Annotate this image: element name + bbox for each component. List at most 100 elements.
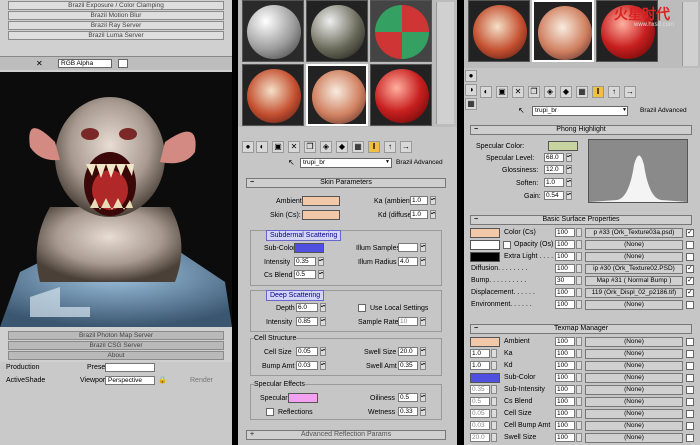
texmap-row-value[interactable]: 0.35 (470, 385, 490, 394)
pick-material-icon-r[interactable]: ↖ (518, 106, 525, 115)
illum-radius-input[interactable]: 4.0 (398, 257, 418, 266)
swell-size-spinner[interactable]: ▴▾ (420, 347, 426, 356)
soften-spinner[interactable]: ▴▾ (566, 178, 572, 187)
preset-select[interactable] (105, 363, 155, 372)
soften-input[interactable]: 1.0 (544, 178, 564, 187)
texmap-row-checkbox[interactable] (686, 434, 694, 442)
texmap-row-amount[interactable]: 100 (555, 397, 575, 406)
go-sibling-icon[interactable]: → (400, 141, 412, 153)
subcolor-swatch[interactable] (294, 243, 324, 253)
sample-slot-2[interactable] (306, 0, 368, 62)
basic-row-map-button[interactable]: ip #30 (Ork_Texture02.PSD) (585, 264, 683, 274)
basic-row-map-checkbox[interactable]: ✓ (686, 265, 694, 273)
depth-spinner[interactable]: ▴▾ (320, 303, 326, 312)
spec-level-spinner[interactable]: ▴▾ (566, 153, 572, 162)
basic-row-spinner[interactable] (576, 264, 582, 273)
sample-slot-r1[interactable] (468, 0, 530, 62)
basic-row-amount[interactable]: 100 (555, 252, 575, 261)
texmap-row-checkbox[interactable] (686, 350, 694, 358)
texmap-row-value-spinner[interactable] (491, 397, 497, 406)
sample-slot-3[interactable] (370, 0, 432, 62)
spec-level-input[interactable]: 68.0 (544, 153, 564, 162)
material-name-dropdown-icon-r[interactable]: ▼ (622, 107, 627, 113)
texmap-row-checkbox[interactable] (686, 362, 694, 370)
basic-row-map-checkbox[interactable]: ✓ (686, 277, 694, 285)
texmap-row-amount[interactable]: 100 (555, 349, 575, 358)
delete-icon[interactable]: ✕ (288, 141, 300, 153)
ka-input[interactable]: 1.0 (410, 196, 428, 205)
viewport-select[interactable]: Perspective (105, 376, 155, 385)
sample-rate-input[interactable]: 10 (398, 317, 418, 326)
channel-swatch[interactable] (118, 59, 128, 68)
swell-amt-spinner[interactable]: ▴▾ (420, 361, 426, 370)
go-parent-icon-r[interactable]: ↑ (608, 86, 620, 98)
illum-samples-spinner[interactable]: ▴▾ (420, 243, 426, 252)
texmap-row-spinner[interactable] (576, 373, 582, 382)
sample-type-icon[interactable]: ● (465, 70, 477, 82)
texmap-row-checkbox[interactable] (686, 410, 694, 418)
material-type-button[interactable]: Brazil Advanced (396, 158, 443, 168)
texmap-row-spinner[interactable] (576, 349, 582, 358)
glossiness-spinner[interactable]: ▴▾ (566, 165, 572, 174)
material-name-input[interactable]: trupi_br (300, 158, 392, 168)
unique-icon-r[interactable]: ◈ (544, 86, 556, 98)
phong-header[interactable]: − Phong Highlight (470, 125, 692, 135)
texmap-row-spinner[interactable] (576, 421, 582, 430)
basic-row-swatch[interactable] (470, 252, 500, 262)
basic-row-map-checkbox[interactable]: ✓ (686, 289, 694, 297)
texmap-row-value[interactable]: 1.0 (470, 349, 490, 358)
assign-material-icon[interactable]: ▣ (272, 141, 284, 153)
production-radio[interactable]: Production (6, 364, 39, 371)
texmap-row-map-button[interactable]: (None) (585, 409, 683, 419)
sample-slot-r2-active[interactable] (532, 0, 594, 62)
material-id-icon-r[interactable]: ◆ (560, 86, 572, 98)
gain-spinner[interactable]: ▴▾ (566, 191, 572, 200)
brazil-photon-map-bar[interactable]: Brazil Photon Map Server (8, 331, 224, 340)
get-material-icon[interactable]: ● (242, 141, 254, 153)
intensity-input[interactable]: 0.35 (294, 257, 316, 266)
ka-spinner[interactable]: ▴▾ (430, 196, 436, 205)
basic-row-spinner[interactable] (576, 252, 582, 261)
material-name-input-r[interactable]: trupi_br (532, 106, 628, 116)
texmap-row-spinner[interactable] (576, 433, 582, 442)
put-to-scene-icon[interactable]: ◐ (256, 141, 268, 153)
go-parent-icon[interactable]: ↑ (384, 141, 396, 153)
bump-amt-spinner[interactable]: ▴▾ (320, 361, 326, 370)
sample-rate-spinner[interactable]: ▴▾ (420, 317, 426, 326)
texmap-row-checkbox[interactable] (686, 374, 694, 382)
show-end-result-icon[interactable]: ‖ (368, 141, 380, 153)
glossiness-input[interactable]: 12.0 (544, 165, 564, 174)
cell-size-input[interactable]: 0.05 (296, 347, 318, 356)
texmap-row-amount[interactable]: 100 (555, 373, 575, 382)
texmap-row-value-spinner[interactable] (491, 433, 497, 442)
basic-row-spinner[interactable] (576, 288, 582, 297)
texmap-row-amount[interactable]: 100 (555, 409, 575, 418)
ambient-swatch[interactable] (302, 196, 340, 206)
texmap-row-amount[interactable]: 100 (555, 337, 575, 346)
show-map-icon-r[interactable]: ▦ (576, 86, 588, 98)
sample-slot-4[interactable] (242, 64, 304, 126)
show-end-result-icon-r[interactable]: ‖ (592, 86, 604, 98)
texmap-row-checkbox[interactable] (686, 338, 694, 346)
deep-intensity-spinner[interactable]: ▴▾ (320, 317, 326, 326)
material-type-button-r[interactable]: Brazil Advanced (640, 106, 687, 116)
texmap-row-value[interactable]: 20.0 (470, 433, 490, 442)
texmap-row-checkbox[interactable] (686, 386, 694, 394)
texmap-row-checkbox[interactable] (686, 422, 694, 430)
texmap-row-value-spinner[interactable] (491, 349, 497, 358)
spec-color-swatch[interactable] (548, 141, 578, 151)
texmap-row-amount[interactable]: 100 (555, 421, 575, 430)
basic-row-map-checkbox[interactable] (686, 241, 694, 249)
get-material-icon-r[interactable]: ◐ (480, 86, 492, 98)
illum-radius-spinner[interactable]: ▴▾ (420, 257, 426, 266)
brazil-csg-server-bar[interactable]: Brazil CSG Server (8, 341, 224, 350)
show-map-icon[interactable]: ▦ (352, 141, 364, 153)
texmap-row-map-button[interactable]: (None) (585, 397, 683, 407)
basic-row-map-checkbox[interactable] (686, 301, 694, 309)
texmap-row-map-button[interactable]: (None) (585, 337, 683, 347)
material-name-dropdown-icon[interactable]: ▼ (385, 159, 390, 165)
kd-spinner[interactable]: ▴▾ (430, 210, 436, 219)
texmap-row-value[interactable]: 0.05 (470, 409, 490, 418)
unique-icon[interactable]: ◈ (320, 141, 332, 153)
basic-row-map-button[interactable]: (None) (585, 300, 683, 310)
